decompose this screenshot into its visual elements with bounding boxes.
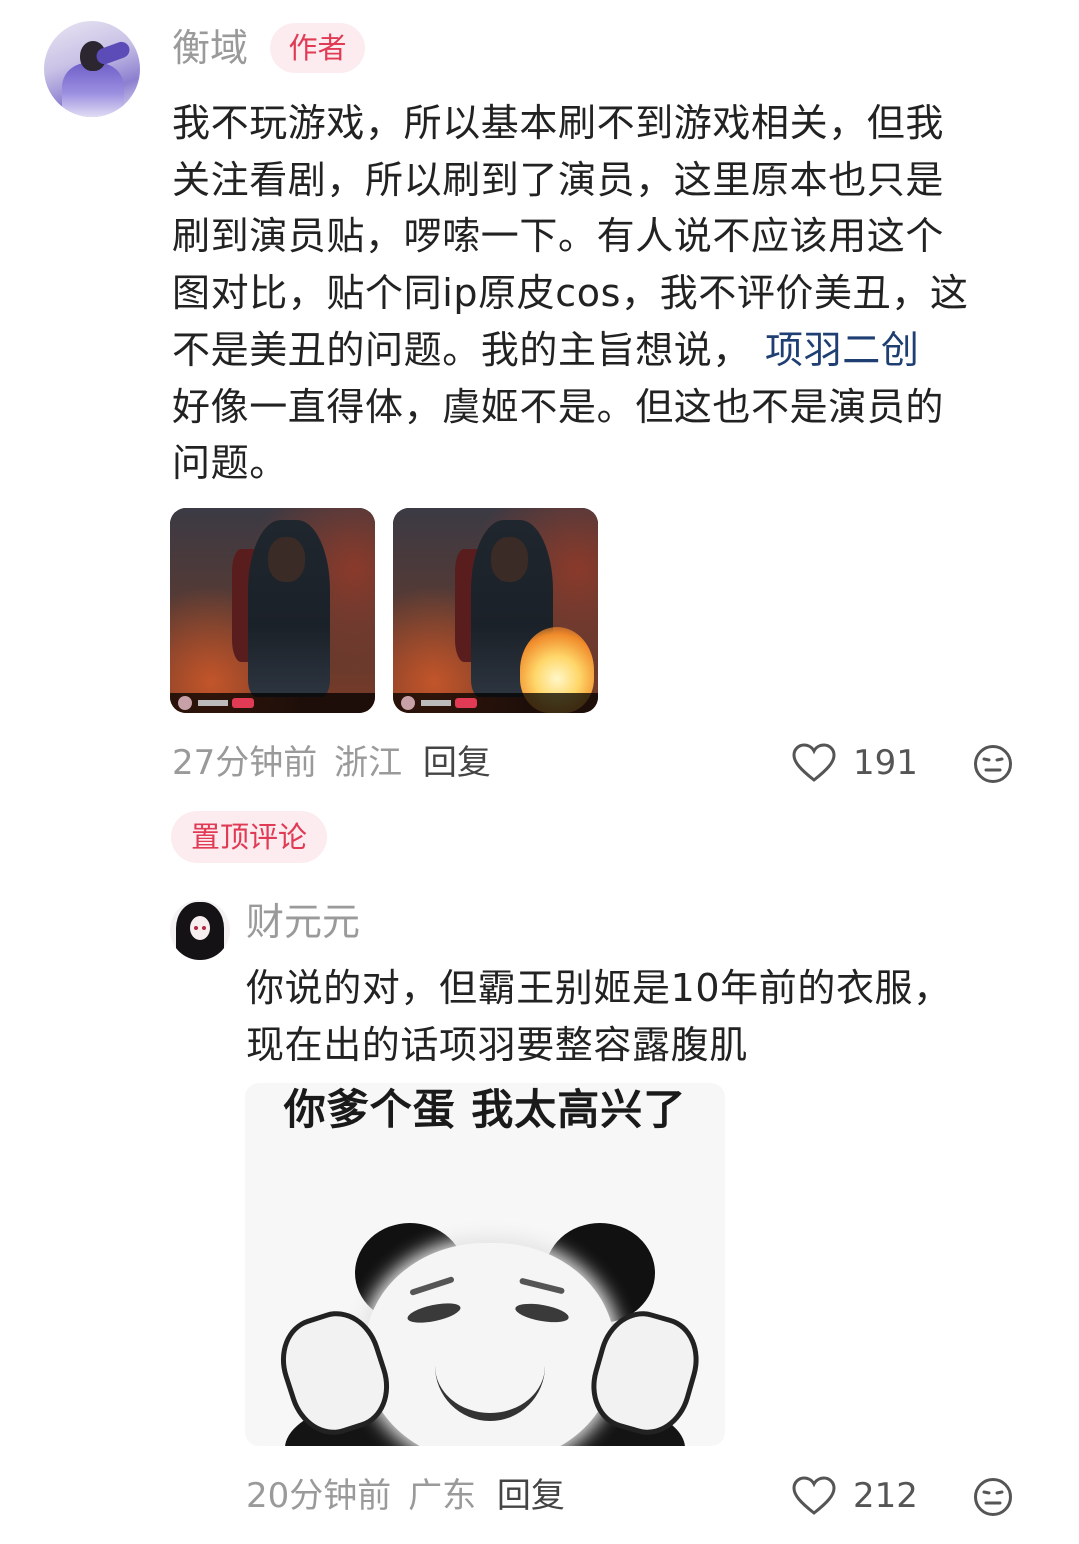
comment-line: 好像一直得体，虞姬不是。但这也不是演员的 [172, 384, 945, 429]
like-count: 212 [853, 1476, 918, 1516]
reply-button[interactable]: 回复 [413, 743, 491, 783]
avatar-eye [194, 926, 198, 930]
reply-time: 20分钟前 [246, 1476, 392, 1516]
comment-body: 我不玩游戏，所以基本刷不到游戏相关，但我 关注看剧，所以刷到了演员，这里原本也只… [172, 95, 1032, 492]
image-watermark-bar [393, 693, 598, 713]
avatar-figure-body [62, 63, 124, 117]
comment-time: 27分钟前 [172, 743, 318, 783]
comment-line: 刷到演员贴，啰嗦一下。有人说不应该用这个 [172, 214, 945, 259]
watermark-text [421, 700, 451, 706]
reply-location: 广东 [408, 1476, 477, 1516]
panda-face [365, 1243, 615, 1446]
comment-line: 问题。 [172, 441, 288, 486]
heart-icon[interactable] [792, 743, 836, 783]
panda-eye [514, 1300, 570, 1326]
comment-meta: 27分钟前 浙江 回复 [172, 741, 491, 785]
panda-brow [518, 1277, 566, 1295]
pinned-comment-badge: 置顶评论 [171, 811, 327, 863]
author-badge: 作者 [270, 23, 365, 73]
image-head [268, 536, 306, 582]
heart-icon[interactable] [792, 1476, 836, 1516]
reply-line: 现在出的话项羽要整容露腹肌 [246, 1023, 748, 1067]
comment-location: 浙江 [334, 743, 403, 783]
image-head [491, 536, 529, 582]
watermark-tag [232, 698, 254, 708]
comment-line: 关注看剧，所以刷到了演员，这里原本也只是 [172, 157, 945, 202]
meme-caption: 你爹个蛋 我太高兴了 [283, 1085, 687, 1134]
meme-image[interactable]: 你爹个蛋 我太高兴了 [245, 1083, 725, 1446]
comment-image-1[interactable] [170, 508, 375, 713]
avatar-face [190, 916, 210, 940]
image-watermark-bar [170, 693, 375, 713]
neutral-face-icon[interactable] [973, 1477, 1013, 1517]
watermark-avatar [178, 696, 192, 710]
like-count: 191 [853, 743, 918, 783]
comment-line-text: 不是美丑的问题。我的主旨想说， [172, 327, 752, 372]
watermark-text [198, 700, 228, 706]
reply-button[interactable]: 回复 [487, 1476, 565, 1516]
reply-meta: 20分钟前 广东 回复 [246, 1474, 565, 1518]
comment-line: 我不玩游戏，所以基本刷不到游戏相关，但我 [172, 101, 945, 145]
neutral-face-icon[interactable] [973, 744, 1013, 784]
watermark-avatar [401, 696, 415, 710]
comment-image-2[interactable] [393, 508, 598, 713]
reply-body: 你说的对，但霸王别姬是10年前的衣服， 现在出的话项羽要整容露腹肌 [246, 960, 1036, 1074]
panda-mouth [435, 1363, 545, 1421]
panda-brow [409, 1276, 455, 1296]
author-username[interactable]: 衡域 [172, 24, 248, 72]
comment-line: 不是美丑的问题。我的主旨想说， 项羽二创 [172, 322, 1032, 379]
topic-link[interactable]: 项羽二创 [751, 328, 919, 372]
panda-eye [405, 1299, 463, 1327]
watermark-tag [455, 698, 477, 708]
reply-username[interactable]: 财元元 [246, 898, 360, 946]
author-avatar[interactable] [44, 21, 140, 117]
avatar-eye [202, 926, 206, 930]
comment-line: 图对比，贴个同ip原皮cos，我不评价美丑，这 [172, 271, 969, 316]
reply-line: 你说的对，但霸王别姬是10年前的衣服， [246, 966, 952, 1010]
reply-avatar[interactable] [170, 900, 230, 960]
